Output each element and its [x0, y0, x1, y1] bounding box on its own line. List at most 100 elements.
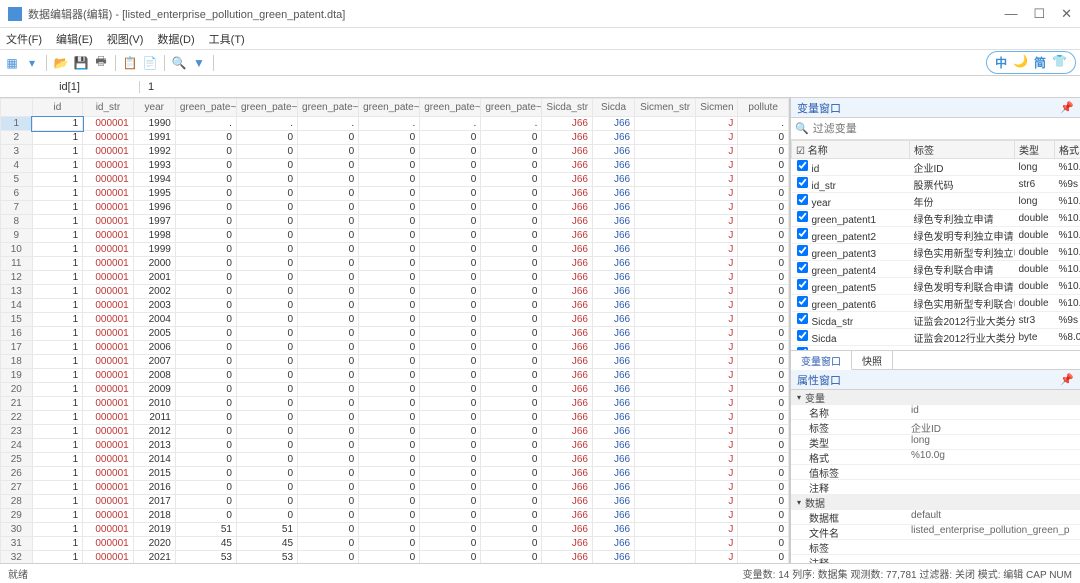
column-header[interactable]: year [133, 99, 175, 117]
data-cell[interactable]: 0 [236, 131, 297, 145]
row-number[interactable]: 5 [1, 173, 33, 187]
data-cell[interactable]: 1 [32, 551, 83, 564]
data-cell[interactable]: J66 [592, 481, 634, 495]
data-cell[interactable]: 0 [359, 467, 420, 481]
data-cell[interactable]: 0 [420, 551, 481, 564]
data-cell[interactable]: 0 [175, 411, 236, 425]
data-cell[interactable]: 0 [420, 243, 481, 257]
var-cell[interactable]: %10.0 [1055, 244, 1080, 261]
data-cell[interactable]: 0 [298, 229, 359, 243]
data-cell[interactable]: 000001 [83, 159, 134, 173]
data-cell[interactable]: J66 [592, 509, 634, 523]
data-cell[interactable]: 000001 [83, 187, 134, 201]
data-cell[interactable]: 2018 [133, 509, 175, 523]
data-cell[interactable]: J [696, 425, 738, 439]
column-header[interactable]: green_pate~1 [175, 99, 236, 117]
data-cell[interactable]: 0 [236, 215, 297, 229]
var-cell[interactable]: %10.0 [1055, 261, 1080, 278]
data-cell[interactable]: 0 [175, 271, 236, 285]
var-column-header[interactable]: 类型 [1015, 141, 1055, 159]
var-cell[interactable]: double [1015, 210, 1055, 227]
row-number[interactable]: 4 [1, 159, 33, 173]
data-cell[interactable]: 0 [738, 383, 789, 397]
data-cell[interactable]: J [696, 313, 738, 327]
data-cell[interactable]: J [696, 453, 738, 467]
data-cell[interactable]: 0 [738, 369, 789, 383]
var-cell[interactable]: green_patent5 [792, 278, 910, 295]
data-cell[interactable]: J [696, 467, 738, 481]
data-cell[interactable]: 0 [236, 425, 297, 439]
data-cell[interactable]: 0 [175, 509, 236, 523]
data-cell[interactable]: J [696, 523, 738, 537]
data-cell[interactable]: 0 [359, 355, 420, 369]
data-cell[interactable]: 0 [298, 495, 359, 509]
data-cell[interactable]: J66 [592, 327, 634, 341]
var-cell[interactable]: %8.0g [1055, 329, 1080, 346]
data-cell[interactable] [635, 187, 696, 201]
var-cell[interactable]: %10.0 [1055, 227, 1080, 244]
data-cell[interactable]: 0 [359, 313, 420, 327]
property-row[interactable]: 文件名listed_enterprise_pollution_green_p [791, 525, 1080, 540]
data-cell[interactable]: J66 [592, 341, 634, 355]
data-cell[interactable]: J66 [542, 509, 593, 523]
data-cell[interactable]: 0 [481, 243, 542, 257]
data-cell[interactable]: 000001 [83, 285, 134, 299]
data-cell[interactable]: 0 [359, 481, 420, 495]
data-cell[interactable]: 1 [32, 145, 83, 159]
var-cell[interactable]: str3 [1015, 312, 1055, 329]
data-cell[interactable] [635, 159, 696, 173]
data-cell[interactable]: 0 [481, 439, 542, 453]
data-cell[interactable]: J66 [542, 159, 593, 173]
data-cell[interactable]: J [696, 117, 738, 131]
data-cell[interactable]: 1 [32, 411, 83, 425]
row-number[interactable]: 12 [1, 271, 33, 285]
var-cell[interactable]: id [792, 159, 910, 176]
data-cell[interactable]: 0 [236, 257, 297, 271]
data-cell[interactable]: 000001 [83, 495, 134, 509]
data-cell[interactable]: 0 [738, 523, 789, 537]
data-cell[interactable]: 0 [236, 369, 297, 383]
data-cell[interactable]: J [696, 551, 738, 564]
row-number[interactable]: 16 [1, 327, 33, 341]
data-cell[interactable]: 0 [420, 383, 481, 397]
data-cell[interactable]: 1 [32, 523, 83, 537]
moon-icon[interactable]: 🌙 [1013, 54, 1028, 71]
data-cell[interactable]: 51 [175, 523, 236, 537]
data-cell[interactable]: 1 [32, 439, 83, 453]
row-number[interactable]: 15 [1, 313, 33, 327]
data-cell[interactable]: 0 [738, 229, 789, 243]
data-cell[interactable]: 0 [175, 383, 236, 397]
var-cell[interactable]: str6 [1015, 176, 1055, 193]
data-cell[interactable]: 1 [32, 327, 83, 341]
data-cell[interactable] [635, 467, 696, 481]
data-cell[interactable]: 1 [32, 187, 83, 201]
var-cell[interactable]: %10.0 [1055, 193, 1080, 210]
data-cell[interactable]: 1 [32, 383, 83, 397]
data-cell[interactable]: 0 [481, 481, 542, 495]
data-cell[interactable]: 0 [481, 215, 542, 229]
property-value[interactable]: default [911, 510, 1080, 524]
var-cell[interactable]: green_patent3 [792, 244, 910, 261]
data-cell[interactable]: J66 [592, 257, 634, 271]
data-cell[interactable]: 2021 [133, 551, 175, 564]
data-cell[interactable]: 0 [420, 425, 481, 439]
data-cell[interactable]: 0 [481, 187, 542, 201]
data-cell[interactable]: 0 [738, 411, 789, 425]
data-cell[interactable]: J [696, 537, 738, 551]
row-number[interactable]: 18 [1, 355, 33, 369]
data-cell[interactable]: J66 [592, 145, 634, 159]
data-cell[interactable]: 1 [32, 453, 83, 467]
data-cell[interactable]: 0 [738, 551, 789, 564]
data-cell[interactable]: 0 [298, 355, 359, 369]
data-cell[interactable]: 0 [481, 131, 542, 145]
data-cell[interactable]: 2011 [133, 411, 175, 425]
data-cell[interactable]: 0 [359, 159, 420, 173]
data-cell[interactable]: 2004 [133, 313, 175, 327]
data-cell[interactable]: J [696, 383, 738, 397]
data-cell[interactable]: . [175, 117, 236, 131]
data-cell[interactable]: 0 [420, 285, 481, 299]
var-cell[interactable]: 证监会2012行业大类分类码... [910, 329, 1015, 346]
data-cell[interactable] [635, 243, 696, 257]
data-cell[interactable]: 0 [236, 341, 297, 355]
data-cell[interactable]: J [696, 327, 738, 341]
